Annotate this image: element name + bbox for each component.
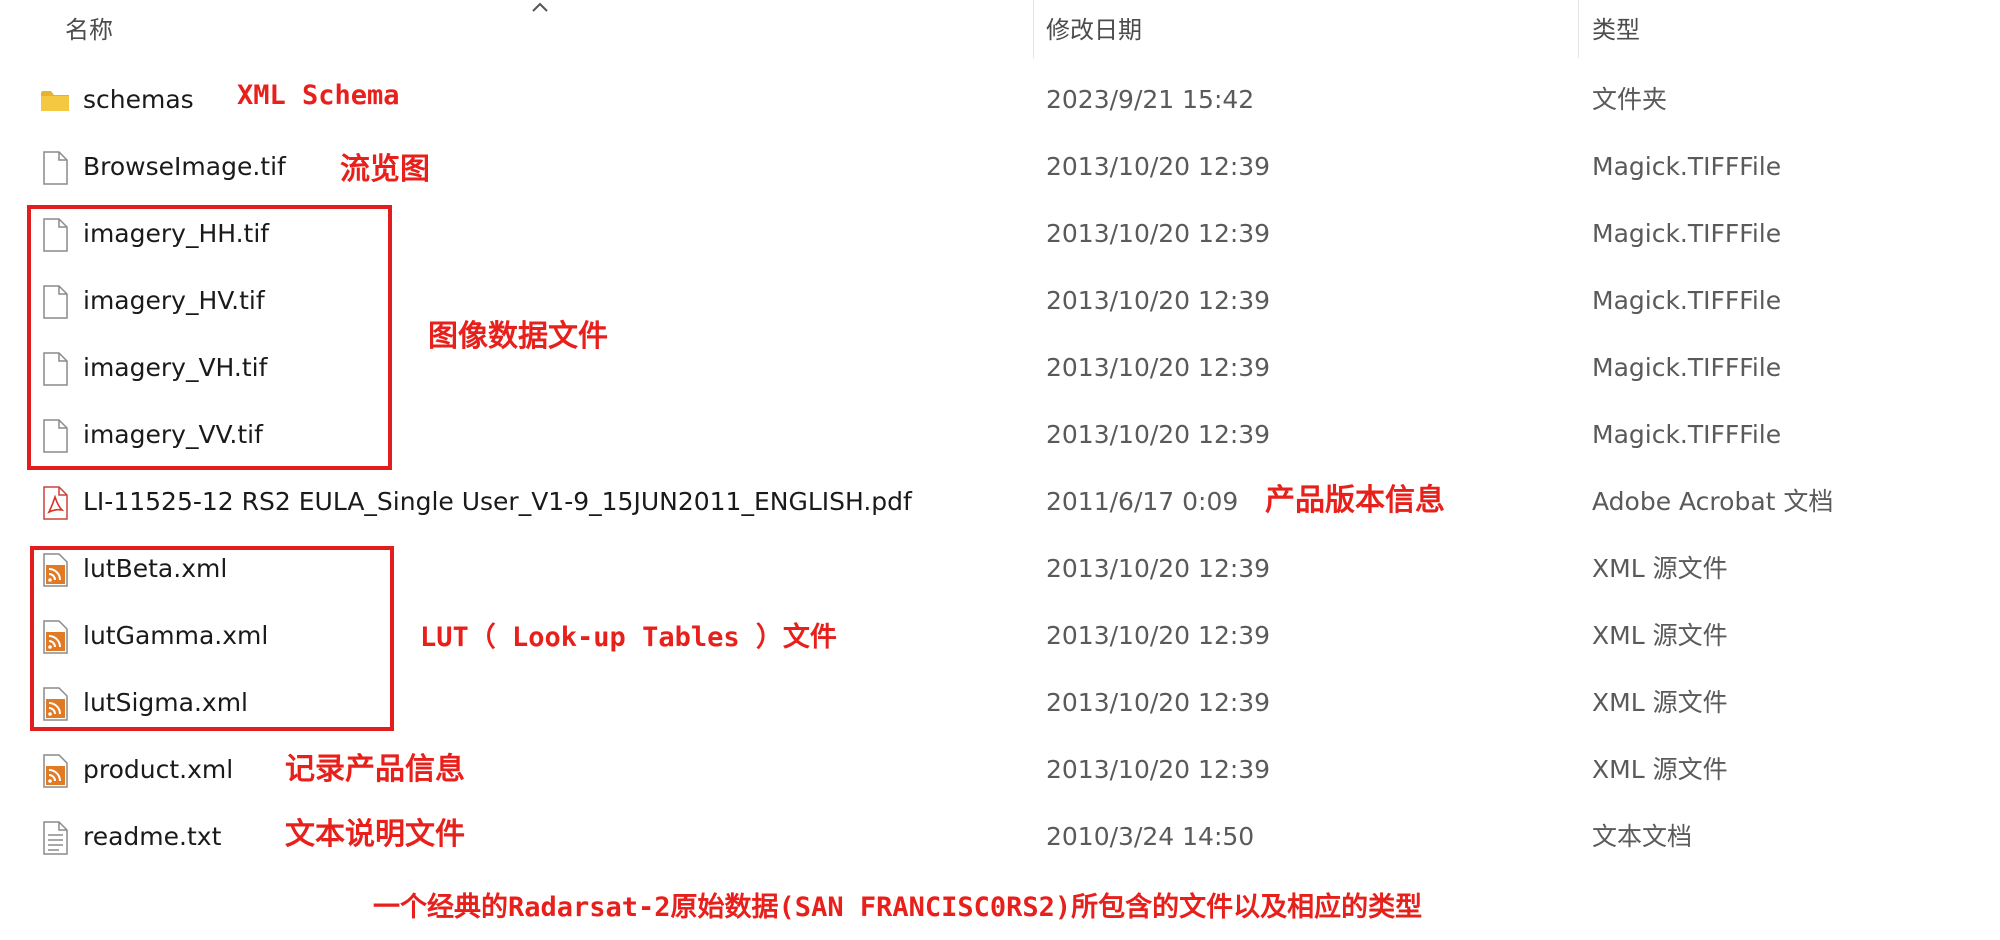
column-name-header[interactable]: 名称 (65, 12, 113, 48)
annotation-imagery-files: 图像数据文件 (428, 319, 608, 354)
file-date: 2013/10/20 12:39 (1046, 688, 1271, 717)
imagery-group-box (27, 205, 392, 470)
file-type: 文件夹 (1592, 85, 1668, 114)
annotation-product-record: 记录产品信息 (285, 752, 465, 787)
file-type: XML 源文件 (1592, 755, 1728, 784)
file-date: 2023/9/21 15:42 (1046, 85, 1255, 114)
file-type: Magick.TIFFFile (1592, 152, 1782, 181)
file-row-eula-pdf[interactable]: LI-11525-12 RS2 EULA_Single User_V1-9_15… (0, 469, 2000, 536)
file-name[interactable]: readme.txt (83, 818, 221, 856)
file-name[interactable]: product.xml (83, 751, 233, 789)
annotation-lut-files: LUT（ Look-up Tables ）文件 (420, 622, 837, 653)
sort-ascending-icon[interactable] (530, 0, 550, 14)
file-type: 文本文档 (1592, 822, 1693, 851)
file-name[interactable]: BrowseImage.tif (83, 148, 286, 186)
column-header: 名称 修改日期 类型 (0, 0, 2000, 60)
file-type: XML 源文件 (1592, 688, 1728, 717)
xml-icon (43, 754, 68, 788)
file-type: XML 源文件 (1592, 554, 1728, 583)
file-date: 2013/10/20 12:39 (1046, 353, 1271, 382)
file-type: Magick.TIFFFile (1592, 219, 1782, 248)
column-divider[interactable] (1033, 0, 1034, 58)
file-name[interactable]: LI-11525-12 RS2 EULA_Single User_V1-9_15… (83, 483, 912, 521)
lut-group-box (30, 546, 394, 731)
file-date: 2013/10/20 12:39 (1046, 286, 1271, 315)
file-row-browseimage[interactable]: BrowseImage.tif 2013/10/20 12:39 Magick.… (0, 134, 2000, 201)
figure-caption: 一个经典的Radarsat-2原始数据(SAN FRANCISC0RS2)所包含… (373, 892, 1423, 923)
folder-icon (41, 91, 69, 111)
file-date: 2011/6/17 0:09 (1046, 487, 1239, 516)
file-date: 2013/10/20 12:39 (1046, 152, 1271, 181)
file-date: 2010/3/24 14:50 (1046, 822, 1255, 851)
annotation-readme: 文本说明文件 (285, 817, 465, 852)
file-date: 2013/10/20 12:39 (1046, 755, 1271, 784)
column-type-header[interactable]: 类型 (1592, 12, 1640, 48)
annotation-xml-schema: XML Schema (237, 80, 400, 111)
file-type: Magick.TIFFFile (1592, 420, 1782, 449)
file-name[interactable]: schemas (83, 81, 194, 119)
annotation-product-version: 产品版本信息 (1265, 483, 1445, 518)
column-date-header[interactable]: 修改日期 (1046, 12, 1142, 48)
file-date: 2013/10/20 12:39 (1046, 621, 1271, 650)
file-date: 2013/10/20 12:39 (1046, 554, 1271, 583)
text-file-icon (43, 821, 68, 855)
file-type: Magick.TIFFFile (1592, 286, 1782, 315)
pdf-icon (43, 486, 68, 520)
file-type: Magick.TIFFFile (1592, 353, 1782, 382)
file-type: XML 源文件 (1592, 621, 1728, 650)
file-icon (43, 151, 68, 185)
file-date: 2013/10/20 12:39 (1046, 420, 1271, 449)
column-divider[interactable] (1578, 0, 1579, 58)
file-date: 2013/10/20 12:39 (1046, 219, 1271, 248)
file-type: Adobe Acrobat 文档 (1592, 487, 1834, 516)
annotation-browse-image: 流览图 (340, 152, 430, 187)
